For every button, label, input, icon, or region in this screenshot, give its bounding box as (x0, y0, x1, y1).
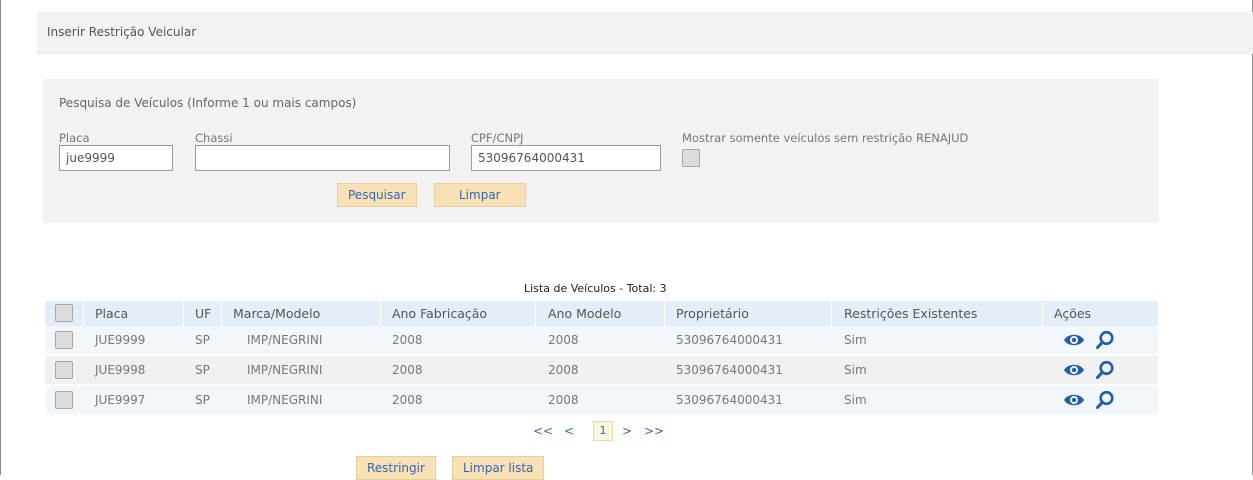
search-panel-title: Pesquisa de Veículos (Informe 1 ou mais … (59, 96, 357, 110)
cell-ano-modelo: 2008 (548, 363, 579, 377)
pagination-next[interactable]: > (622, 424, 632, 438)
search-icon[interactable] (1095, 390, 1115, 410)
column-header-marca-modelo[interactable]: Marca/Modelo (233, 301, 320, 326)
pagination-current-page[interactable]: 1 (593, 421, 613, 441)
eye-icon[interactable] (1063, 332, 1085, 348)
cell-ano-modelo: 2008 (548, 393, 579, 407)
cell-uf: SP (195, 363, 210, 377)
column-header-acoes: Ações (1054, 306, 1092, 321)
cpf-cnpj-input[interactable] (471, 145, 661, 171)
row-select-checkbox[interactable] (55, 331, 73, 349)
table-row: JUE9998 SP IMP/NEGRINI 2008 2008 5309676… (45, 356, 1158, 384)
clear-list-button[interactable]: Limpar lista (452, 456, 545, 480)
placa-input[interactable] (59, 145, 173, 171)
column-header-ano-fabricacao[interactable]: Ano Fabricação (392, 301, 487, 326)
eye-icon[interactable] (1063, 392, 1085, 408)
page-title: Inserir Restrição Veicular (47, 25, 197, 39)
cell-marca-modelo: IMP/NEGRINI (247, 333, 323, 347)
cell-restricoes: Sim (844, 363, 867, 377)
cell-restricoes: Sim (844, 393, 867, 407)
eye-icon[interactable] (1063, 362, 1085, 378)
cpf-cnpj-label: CPF/CNPJ (471, 131, 524, 145)
pagination-last[interactable]: >> (644, 424, 664, 438)
cell-proprietario: 53096764000431 (676, 363, 783, 377)
column-header-ano-modelo[interactable]: Ano Modelo (548, 301, 621, 326)
clear-button[interactable]: Limpar (434, 183, 526, 207)
chassi-label: Chassi (195, 131, 233, 145)
cell-proprietario: 53096764000431 (676, 333, 783, 347)
table-header-row: Placa UF Marca/Modelo Ano Fabricação Ano… (45, 301, 1158, 326)
cell-restricoes: Sim (844, 333, 867, 347)
window-border-left (0, 0, 1, 475)
no-restriction-filter-label: Mostrar somente veículos sem restrição R… (682, 131, 969, 145)
page-header: Inserir Restrição Veicular (37, 12, 1253, 54)
column-header-uf[interactable]: UF (195, 301, 211, 326)
column-header-restricoes[interactable]: Restrições Existentes (844, 301, 977, 326)
pagination-prev[interactable]: < (564, 424, 574, 438)
cell-uf: SP (195, 333, 210, 347)
cell-placa: JUE9999 (95, 333, 146, 347)
vehicle-table: Placa UF Marca/Modelo Ano Fabricação Ano… (45, 301, 1158, 414)
chassi-input[interactable] (195, 145, 450, 171)
pagination-first[interactable]: << (533, 424, 553, 438)
row-select-checkbox[interactable] (55, 361, 73, 379)
vehicle-list-caption: Lista de Veículos - Total: 3 (524, 282, 667, 295)
search-button[interactable]: Pesquisar (337, 183, 417, 207)
cell-ano-fabricacao: 2008 (392, 363, 423, 377)
column-header-proprietario[interactable]: Proprietário (676, 301, 749, 326)
search-icon[interactable] (1095, 360, 1115, 380)
table-row: JUE9999 SP IMP/NEGRINI 2008 2008 5309676… (45, 326, 1158, 354)
select-all-checkbox[interactable] (55, 304, 73, 322)
no-restriction-filter-checkbox[interactable] (682, 149, 700, 167)
cell-marca-modelo: IMP/NEGRINI (247, 393, 323, 407)
search-panel: Pesquisa de Veículos (Informe 1 ou mais … (43, 79, 1159, 223)
restrict-button[interactable]: Restringir (356, 456, 436, 480)
row-select-checkbox[interactable] (55, 391, 73, 409)
cell-ano-fabricacao: 2008 (392, 333, 423, 347)
search-icon[interactable] (1095, 330, 1115, 350)
cell-uf: SP (195, 393, 210, 407)
cell-ano-modelo: 2008 (548, 333, 579, 347)
placa-label: Placa (59, 131, 90, 145)
column-header-placa[interactable]: Placa (95, 301, 128, 326)
cell-placa: JUE9998 (95, 363, 146, 377)
cell-marca-modelo: IMP/NEGRINI (247, 363, 323, 377)
table-row: JUE9997 SP IMP/NEGRINI 2008 2008 5309676… (45, 386, 1158, 414)
cell-ano-fabricacao: 2008 (392, 393, 423, 407)
cell-placa: JUE9997 (95, 393, 146, 407)
cell-proprietario: 53096764000431 (676, 393, 783, 407)
